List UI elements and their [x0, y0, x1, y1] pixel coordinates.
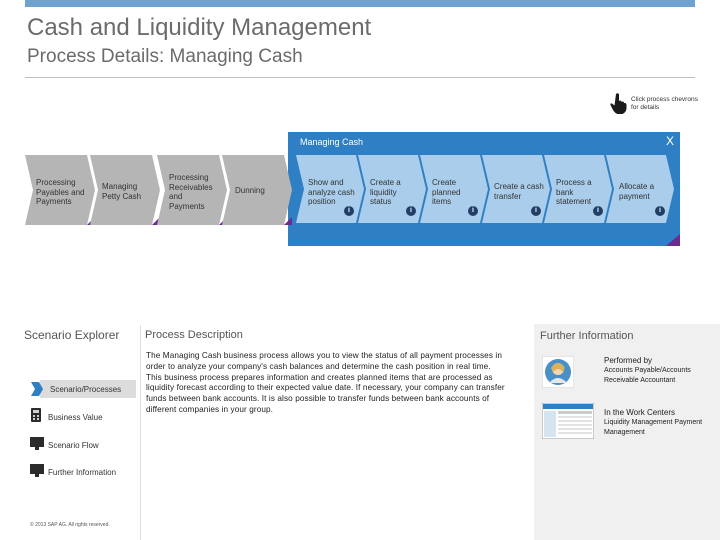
- work-centers-title: In the Work Centers: [604, 408, 675, 417]
- band-corner-accent: [666, 234, 680, 246]
- info-screen-icon: [30, 464, 44, 477]
- sidebar-item-scenario-flow[interactable]: Scenario Flow: [48, 441, 99, 450]
- chevron-label: Show and analyze cash position: [308, 178, 355, 206]
- monitor-icon: [30, 437, 44, 450]
- sidebar-item-further-information[interactable]: Further Information: [48, 468, 116, 477]
- info-icon[interactable]: i: [593, 206, 603, 216]
- performed-by-title: Performed by: [604, 356, 653, 365]
- work-centers-text: Liquidity Management Payment Management: [604, 419, 703, 436]
- page-subtitle: Process Details: Managing Cash: [27, 46, 303, 67]
- close-icon[interactable]: X: [666, 134, 674, 148]
- title-divider: [25, 77, 695, 78]
- copyright-text: © 2013 SAP AG. All rights reserved.: [30, 522, 110, 528]
- hand-pointer-icon: [610, 93, 627, 114]
- info-icon[interactable]: i: [468, 206, 478, 216]
- chevron-label: Process a bank statement: [556, 178, 592, 206]
- scenario-explorer-title: Scenario Explorer: [24, 328, 120, 342]
- process-band-title: Managing Cash: [300, 137, 364, 147]
- calculator-icon: [31, 408, 41, 422]
- info-icon[interactable]: i: [406, 206, 416, 216]
- info-icon[interactable]: i: [344, 206, 354, 216]
- chevron-label: Create a cash transfer: [494, 182, 544, 201]
- scenario-processes-icon: [31, 382, 43, 396]
- chevron-label: Dunning: [235, 186, 265, 195]
- chevron-label: Managing Petty Cash: [102, 182, 142, 201]
- hint-text: Click process chevrons for details: [631, 96, 698, 111]
- sidebar-item-scenario-processes[interactable]: Scenario/Processes: [50, 385, 121, 394]
- further-information-title: Further Information: [540, 330, 634, 342]
- process-description-title: Process Description: [145, 329, 243, 341]
- chevron-label: Create a liquidity status: [370, 178, 401, 206]
- info-icon[interactable]: i: [655, 206, 665, 216]
- chevron-label: Create planned items: [432, 178, 461, 206]
- process-description-body: The Managing Cash business process allow…: [146, 351, 505, 414]
- sidebar-item-business-value[interactable]: Business Value: [48, 413, 103, 422]
- sidebar-divider: [140, 325, 141, 540]
- info-icon[interactable]: i: [531, 206, 541, 216]
- top-accent-bar: [25, 0, 695, 7]
- chevron-label: Allocate a payment: [619, 182, 655, 201]
- performed-by-text: Accounts Payable/Accounts Receivable Acc…: [604, 367, 691, 384]
- chevron-label: Processing Receivables and Payments: [169, 173, 213, 211]
- page-title: Cash and Liquidity Management: [27, 14, 372, 41]
- avatar: [542, 356, 574, 388]
- work-center-screenshot-icon: [542, 403, 594, 439]
- chevron-label: Processing Payables and Payments: [36, 178, 85, 206]
